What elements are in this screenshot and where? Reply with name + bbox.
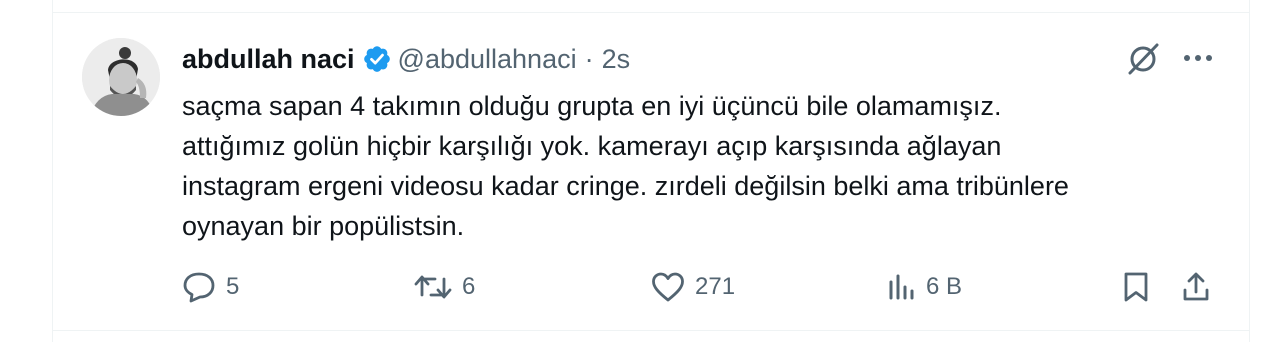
timeline-border-left (52, 0, 53, 342)
avatar[interactable] (82, 38, 160, 116)
heart-icon (652, 272, 684, 302)
grok-slash-icon (1128, 43, 1159, 75)
more-options-button[interactable] (1180, 45, 1216, 71)
grok-button[interactable] (1124, 40, 1162, 78)
speech-bubble-icon (183, 272, 215, 303)
bookmark-button[interactable] (1120, 270, 1152, 304)
tweet-text-line: instagram ergeni videosu kadar cringe. z… (182, 171, 1069, 201)
tweet-divider-bottom (52, 330, 1250, 331)
like-button[interactable]: 271 (650, 270, 735, 304)
reply-button[interactable]: 5 (181, 270, 239, 304)
tweet-text-line: saçma sapan 4 takımın olduğu grupta en i… (182, 91, 1002, 121)
ellipsis-icon-dot (1184, 55, 1190, 61)
tweet-divider-top (52, 12, 1250, 13)
author-handle[interactable]: @abdullahnaci (398, 44, 577, 75)
verified-badge-icon[interactable] (362, 44, 392, 74)
repost-arrows-icon (414, 275, 452, 299)
timestamp[interactable]: 2s (602, 44, 631, 75)
like-count: 271 (695, 273, 736, 300)
tweet-header: abdullah naci @abdullahnaci · 2s (182, 40, 630, 78)
repost-count: 6 (462, 273, 476, 300)
tweet-text: saçma sapan 4 takımın olduğu grupta en i… (182, 86, 1212, 246)
ellipsis-icon-dot (1206, 55, 1212, 61)
timeline-border-right (1249, 0, 1250, 342)
bookmark-icon (1124, 272, 1148, 302)
repost-button[interactable]: 6 (413, 270, 475, 304)
bar-chart-icon (889, 274, 914, 300)
separator-dot: · (584, 43, 594, 74)
share-button[interactable] (1180, 270, 1212, 304)
share-upload-icon (1183, 272, 1209, 301)
reply-count: 5 (226, 273, 240, 300)
views-button[interactable]: 6 B (885, 270, 962, 304)
tweet-text-line: oynayan bir popülistsin. (182, 211, 465, 241)
author-name[interactable]: abdullah naci (182, 44, 355, 75)
view-count: 6 B (926, 273, 963, 300)
ellipsis-icon-dot (1195, 55, 1201, 61)
avatar-photo (82, 38, 160, 116)
tweet-text-line: attığımız golün hiçbir karşılığı yok. ka… (182, 131, 1002, 161)
